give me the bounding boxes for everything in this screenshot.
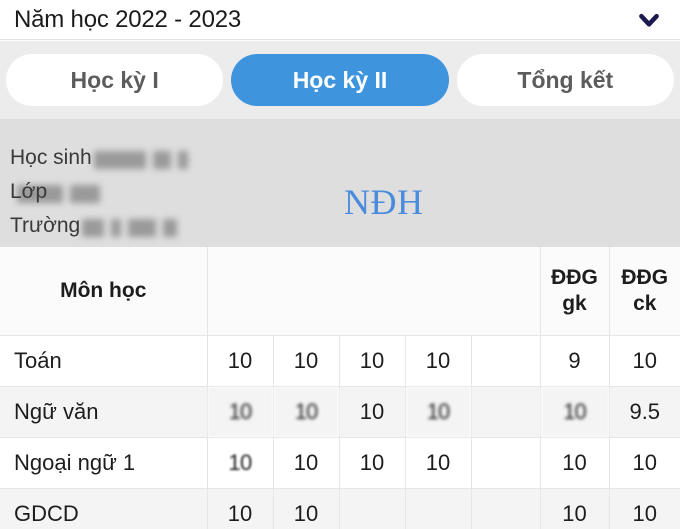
term-tab-bar: Học kỳ I Học kỳ II Tổng kết xyxy=(0,41,680,119)
cell-subject: Ngoại ngữ 1 xyxy=(0,437,208,489)
school-year-label: Năm học 2022 - 2023 xyxy=(14,5,242,33)
cell-score-4: 10 xyxy=(405,335,472,387)
table-row[interactable]: Ngữ văn 10 10 10 10 10 9.5 xyxy=(0,386,680,438)
student-school-label: Trường xyxy=(10,214,81,237)
grades-table-body: Toán 10 10 10 10 9 10 Ngữ văn 10 10 10 1… xyxy=(0,335,680,529)
watermark-ndh: NĐH xyxy=(344,182,424,222)
cell-score-4: 10 xyxy=(405,437,472,489)
cell-ddg-ck: 10 xyxy=(609,437,680,489)
tab-hoc-ky-i-label: Học kỳ I xyxy=(70,66,159,93)
table-header-row: Môn học ĐĐG gk ĐĐG ck xyxy=(0,247,680,336)
cell-score-2: 10 xyxy=(273,386,340,438)
cell-score-1: 10 xyxy=(207,335,274,387)
grade-report-screen: Năm học 2022 - 2023 Học kỳ I Học kỳ II T… xyxy=(0,0,680,529)
tab-tong-ket-label: Tổng kết xyxy=(517,66,614,93)
cell-ddg-ck: 9.5 xyxy=(609,386,680,438)
tab-hoc-ky-ii-label: Học kỳ II xyxy=(292,66,388,93)
header-ddg-gk-line2: gk xyxy=(562,291,587,315)
table-row[interactable]: GDCD 10 10 10 10 xyxy=(0,488,680,529)
header-score-4 xyxy=(405,247,471,336)
header-score-1 xyxy=(207,247,273,336)
cell-subject: Toán xyxy=(0,335,208,387)
tab-hoc-ky-i[interactable]: Học kỳ I xyxy=(6,54,224,106)
school-year-select[interactable]: Năm học 2022 - 2023 xyxy=(0,0,680,40)
cell-ddg-gk: 10 xyxy=(540,488,610,529)
header-ddg-ck-line1: ĐĐG xyxy=(621,265,669,289)
cell-score-3: 10 xyxy=(339,335,406,387)
header-subject: Môn học xyxy=(0,247,208,336)
student-name-row: Học sinh xyxy=(10,141,350,175)
cell-subject: GDCD xyxy=(0,488,208,529)
header-ddg-gk-line1: ĐĐG xyxy=(551,265,598,289)
cell-score-1: 10 xyxy=(207,488,274,529)
cell-ddg-gk: 10 xyxy=(540,386,610,438)
header-gap xyxy=(471,247,541,336)
header-score-2 xyxy=(273,247,339,336)
cell-ddg-gk: 9 xyxy=(540,335,610,387)
cell-ddg-ck: 10 xyxy=(609,488,680,529)
cell-subject: Ngữ văn xyxy=(0,386,208,438)
student-class-row: Lớp xyxy=(10,175,350,209)
student-school-redacted xyxy=(82,216,252,238)
cell-score-1: 10 xyxy=(207,386,274,438)
grades-table: Môn học ĐĐG gk ĐĐG ck Toán 10 10 10 10 9… xyxy=(0,247,680,529)
cell-ddg-ck: 10 xyxy=(609,335,680,387)
student-info-panel: Học sinh Lớp Trường NĐH xyxy=(0,119,680,247)
cell-ddg-gk: 10 xyxy=(540,437,610,489)
header-score-3 xyxy=(339,247,405,336)
cell-score-2: 10 xyxy=(273,335,340,387)
cell-gap xyxy=(471,437,541,489)
header-ddg-ck-line2: ck xyxy=(633,291,657,315)
student-school-row: Trường xyxy=(10,209,350,243)
tab-hoc-ky-ii[interactable]: Học kỳ II xyxy=(231,54,449,106)
cell-gap xyxy=(471,335,541,387)
chevron-down-icon[interactable] xyxy=(636,7,662,33)
cell-gap xyxy=(471,488,541,529)
header-ddg-ck: ĐĐG ck xyxy=(609,247,680,336)
cell-gap xyxy=(471,386,541,438)
cell-score-4 xyxy=(405,488,472,529)
student-class-label: Lớp xyxy=(10,180,48,203)
student-name-label: Học sinh xyxy=(10,146,92,169)
student-info-lines: Học sinh Lớp Trường xyxy=(10,141,350,243)
header-ddg-gk: ĐĐG gk xyxy=(540,247,610,336)
cell-score-3: 10 xyxy=(339,437,406,489)
table-row[interactable]: Ngoại ngữ 1 10 10 10 10 10 10 xyxy=(0,437,680,489)
cell-score-3: 10 xyxy=(339,386,406,438)
cell-score-1: 10 xyxy=(207,437,274,489)
student-name-redacted xyxy=(93,148,214,170)
cell-score-2: 10 xyxy=(273,488,340,529)
cell-score-3 xyxy=(339,488,406,529)
cell-score-4: 10 xyxy=(405,386,472,438)
tab-tong-ket[interactable]: Tổng kết xyxy=(456,54,674,106)
table-row[interactable]: Toán 10 10 10 10 9 10 xyxy=(0,335,680,387)
cell-score-2: 10 xyxy=(273,437,340,489)
